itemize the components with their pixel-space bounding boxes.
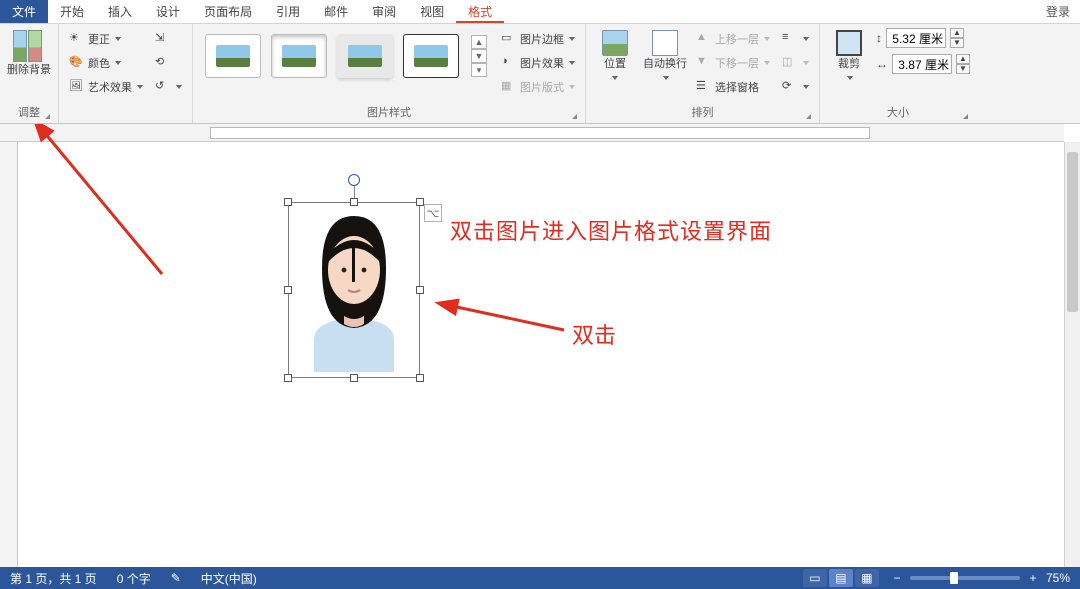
resize-handle[interactable] [416, 374, 424, 382]
rotate-handle[interactable] [348, 174, 360, 186]
login-link[interactable]: 登录 [1036, 0, 1080, 23]
change-picture-button[interactable]: ⟲ [151, 52, 186, 74]
vertical-ruler [0, 142, 18, 567]
status-page[interactable]: 第 1 页，共 1 页 [0, 570, 107, 587]
crop-icon [836, 30, 862, 56]
height-spinner[interactable]: ▲▼ [950, 28, 964, 48]
crop-button[interactable]: 裁剪 [826, 28, 872, 84]
layout-options-icon[interactable]: ⌥ [424, 204, 442, 222]
tab-mail[interactable]: 邮件 [312, 0, 360, 23]
ribbon-tabs: 文件 开始 插入 设计 页面布局 引用 邮件 审阅 视图 格式 登录 [0, 0, 1080, 24]
tab-view[interactable]: 视图 [408, 0, 456, 23]
picture-effects-button[interactable]: ◑图片效果 [497, 52, 579, 74]
color-button[interactable]: 🎨颜色 [65, 52, 147, 74]
resize-handle[interactable] [284, 374, 292, 382]
status-proof-icon[interactable]: ✎ [161, 571, 191, 585]
position-button[interactable]: 位置 [592, 28, 638, 84]
remove-background-icon [13, 30, 45, 62]
horizontal-ruler [0, 124, 1064, 142]
artistic-effects-button[interactable]: 🖼艺术效果 [65, 76, 147, 98]
tab-home[interactable]: 开始 [48, 0, 96, 23]
width-spinner[interactable]: ▲▼ [956, 54, 970, 74]
compress-icon: ⇲ [155, 31, 171, 47]
border-icon: ▭ [501, 31, 517, 47]
status-words[interactable]: 0 个字 [107, 570, 161, 587]
tab-file[interactable]: 文件 [0, 0, 48, 23]
forward-icon: ▲ [696, 31, 712, 47]
tab-design[interactable]: 设计 [144, 0, 192, 23]
align-icon: ≡ [782, 31, 798, 47]
group-label-styles: 图片样式 [199, 103, 579, 121]
bring-forward-button: ▲上移一层 [692, 28, 774, 50]
view-read-mode[interactable]: ▭ [803, 569, 827, 587]
remove-background-button[interactable]: 删除背景 [6, 28, 52, 77]
vertical-scrollbar[interactable] [1064, 142, 1080, 567]
tab-references[interactable]: 引用 [264, 0, 312, 23]
tab-format[interactable]: 格式 [456, 0, 504, 23]
annotation-text-1: 双击图片进入图片格式设置界面 [450, 214, 772, 246]
wrap-text-button[interactable]: 自动换行 [642, 28, 688, 84]
zoom-in-button[interactable]: + [1026, 571, 1040, 585]
height-input[interactable] [886, 28, 946, 48]
align-button[interactable]: ≡ [778, 28, 813, 50]
width-input[interactable] [892, 54, 952, 74]
height-icon: ↕ [876, 31, 882, 45]
artistic-icon: 🖼 [69, 79, 85, 95]
corrections-button[interactable]: ☀更正 [65, 28, 147, 50]
reset-picture-button[interactable]: ↺ [151, 76, 186, 98]
gallery-scroll[interactable]: ▲▼▾ [471, 35, 487, 77]
portrait-photo [294, 208, 414, 372]
reset-icon: ↺ [155, 79, 171, 95]
group-icon: ◫ [782, 55, 798, 71]
resize-handle[interactable] [284, 286, 292, 294]
group-label-arrange: 排列 [592, 103, 813, 121]
picture-styles-gallery[interactable]: ▲▼▾ [199, 28, 493, 84]
color-icon: 🎨 [69, 55, 85, 71]
backward-icon: ▼ [696, 55, 712, 71]
zoom-value[interactable]: 75% [1046, 571, 1070, 585]
ribbon: 删除背景 调整 ☀更正 🎨颜色 🖼艺术效果 ⇲ ⟲ ↺ . [0, 24, 1080, 124]
send-backward-button: ▼下移一层 [692, 52, 774, 74]
selection-pane-button[interactable]: ☰选择窗格 [692, 76, 774, 98]
picture-layout-button: ▦图片版式 [497, 76, 579, 98]
view-web-layout[interactable]: ▦ [855, 569, 879, 587]
tab-review[interactable]: 审阅 [360, 0, 408, 23]
effects-icon: ◑ [501, 55, 517, 71]
width-icon: ↔ [876, 57, 888, 71]
rotate-button[interactable]: ⟳ [778, 76, 813, 98]
page: ⌥ 双击图片进入图片格式设置界面 双击 [190, 142, 870, 567]
status-bar: 第 1 页，共 1 页 0 个字 ✎ 中文(中国) ▭ ▤ ▦ − + 75% [0, 567, 1080, 589]
resize-handle[interactable] [350, 198, 358, 206]
brightness-icon: ☀ [69, 31, 85, 47]
zoom-slider[interactable] [910, 576, 1020, 580]
tab-insert[interactable]: 插入 [96, 0, 144, 23]
zoom-out-button[interactable]: − [890, 571, 904, 585]
position-icon [602, 30, 628, 56]
resize-handle[interactable] [350, 374, 358, 382]
group-label-size: 大小 [826, 103, 970, 121]
resize-handle[interactable] [416, 198, 424, 206]
tab-layout[interactable]: 页面布局 [192, 0, 264, 23]
layout-icon: ▦ [501, 79, 517, 95]
rotate-icon: ⟳ [782, 79, 798, 95]
change-picture-icon: ⟲ [155, 55, 171, 71]
status-language[interactable]: 中文(中国) [191, 570, 267, 587]
selected-image[interactable]: ⌥ [288, 202, 420, 378]
view-print-layout[interactable]: ▤ [829, 569, 853, 587]
resize-handle[interactable] [416, 286, 424, 294]
wrap-icon [652, 30, 678, 56]
picture-border-button[interactable]: ▭图片边框 [497, 28, 579, 50]
selection-pane-icon: ☰ [696, 79, 712, 95]
annotation-arrow-2 [446, 300, 576, 343]
group-label-adjust: 调整 [6, 103, 52, 121]
compress-button[interactable]: ⇲ [151, 28, 186, 50]
annotation-text-2: 双击 [572, 318, 616, 350]
annotation-arrow-1 [12, 124, 192, 297]
resize-handle[interactable] [284, 198, 292, 206]
group-button: ◫ [778, 52, 813, 74]
document-area[interactable]: ⌥ 双击图片进入图片格式设置界面 双击 [0, 124, 1080, 567]
